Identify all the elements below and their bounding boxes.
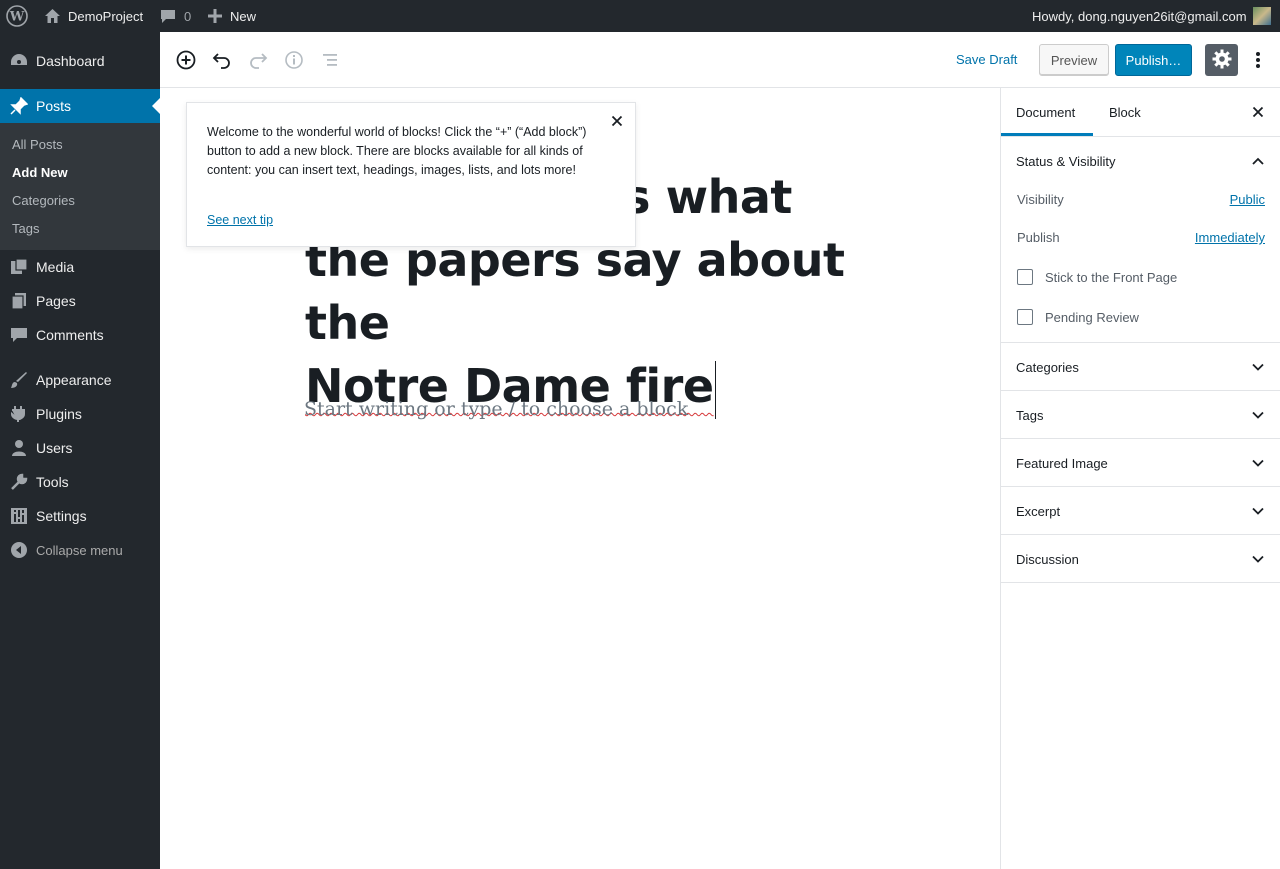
preview-button[interactable]: Preview [1039, 44, 1109, 76]
chevron-down-icon [1251, 408, 1265, 422]
avatar [1252, 7, 1271, 25]
panel-status-visibility: Status & Visibility Visibility Public Pu… [1001, 137, 1280, 343]
menu-settings[interactable]: Settings [0, 499, 160, 533]
settings-sidebar: Document Block Status & Visibility Visib… [1000, 88, 1280, 869]
gear-icon [1212, 49, 1232, 72]
new-label: New [230, 8, 257, 24]
panel-title-discussion: Discussion [1016, 552, 1079, 567]
plugins-icon [10, 405, 28, 423]
posts-submenu: All Posts Add New Categories Tags [0, 123, 160, 250]
home-icon [44, 8, 61, 24]
admin-bar: W DemoProject 0 New Howdy, dong.nguyen26… [0, 0, 1280, 32]
title-line-2: the papers say about the [305, 233, 845, 350]
submenu-categories[interactable]: Categories [12, 193, 75, 208]
panel-featured-image[interactable]: Featured Image [1001, 439, 1280, 487]
add-block-icon[interactable] [174, 48, 198, 72]
comments-icon [10, 326, 28, 344]
chevron-down-icon [1251, 360, 1265, 374]
appearance-icon [10, 371, 28, 389]
block-navigation-icon[interactable] [318, 48, 342, 72]
tab-document[interactable]: Document [1016, 105, 1075, 120]
chevron-down-icon [1251, 552, 1265, 566]
panel-categories[interactable]: Categories [1001, 343, 1280, 391]
panel-title-categories: Categories [1016, 360, 1079, 375]
submenu-add-new[interactable]: Add New [12, 165, 68, 180]
editor-header: Save Draft Preview Publish… [160, 32, 1280, 116]
site-name: DemoProject [68, 8, 144, 24]
panel-title-excerpt: Excerpt [1016, 504, 1061, 519]
settings-icon [10, 507, 28, 525]
chevron-down-icon [1251, 456, 1265, 470]
stick-to-front-checkbox[interactable] [1017, 269, 1033, 285]
chevron-down-icon [1251, 504, 1265, 518]
wordpress-logo-icon[interactable]: W [6, 0, 28, 32]
stick-to-front-label: Stick to the Front Page [1045, 270, 1178, 285]
sidebar-tabs: Document Block [1001, 88, 1280, 137]
panel-title-status[interactable]: Status & Visibility [1016, 154, 1115, 169]
menu-dashboard[interactable]: Dashboard [0, 44, 160, 78]
pages-icon [10, 292, 28, 310]
save-draft-button[interactable]: Save Draft [956, 52, 1017, 67]
visibility-value-link[interactable]: Public [1230, 192, 1265, 207]
tab-block[interactable]: Block [1109, 105, 1141, 120]
menu-pages[interactable]: Pages [0, 284, 160, 318]
pending-review-label: Pending Review [1045, 310, 1139, 325]
plus-icon [208, 9, 222, 23]
menu-media[interactable]: Media [0, 250, 160, 284]
chevron-up-icon[interactable] [1251, 154, 1265, 168]
svg-text:W: W [9, 10, 25, 25]
site-home-link[interactable]: DemoProject [44, 0, 143, 32]
greeting-text: Howdy, dong.nguyen26it@gmail.com [1032, 8, 1247, 24]
active-tab-indicator [1001, 133, 1093, 136]
panel-tags[interactable]: Tags [1001, 391, 1280, 439]
pending-review-checkbox[interactable] [1017, 309, 1033, 325]
menu-plugins[interactable]: Plugins [0, 397, 160, 431]
menu-appearance[interactable]: Appearance [0, 363, 160, 397]
info-icon[interactable] [282, 48, 306, 72]
tools-icon [10, 473, 28, 491]
undo-icon[interactable] [210, 48, 234, 72]
comments-count: 0 [184, 8, 192, 24]
publish-date-link[interactable]: Immediately [1195, 230, 1265, 245]
admin-menu: Dashboard Posts All Posts Add New Catego… [0, 32, 160, 869]
submenu-all-posts[interactable]: All Posts [12, 137, 63, 152]
collapse-arrow-icon [10, 541, 28, 559]
block-appender-placeholder[interactable]: Start writing or type / to choose a bloc… [304, 398, 688, 420]
close-icon[interactable] [609, 113, 625, 129]
panel-title-featured-image: Featured Image [1016, 456, 1108, 471]
visibility-label: Visibility [1017, 192, 1064, 207]
tip-popover: Welcome to the wonderful world of blocks… [186, 102, 636, 247]
users-icon [10, 439, 28, 457]
see-next-tip-link[interactable]: See next tip [207, 213, 273, 227]
comment-bubble-icon [160, 9, 176, 24]
menu-posts[interactable]: Posts [0, 89, 160, 123]
close-icon[interactable] [1251, 105, 1265, 119]
more-options-icon[interactable] [1250, 48, 1266, 72]
pin-icon [10, 96, 29, 115]
tip-text: Welcome to the wonderful world of blocks… [207, 125, 587, 177]
panel-excerpt[interactable]: Excerpt [1001, 487, 1280, 535]
text-caret [714, 360, 716, 419]
menu-users[interactable]: Users [0, 431, 160, 465]
redo-icon[interactable] [246, 48, 270, 72]
menu-comments[interactable]: Comments [0, 318, 160, 352]
dashboard-icon [10, 52, 28, 70]
panel-title-tags: Tags [1016, 408, 1044, 423]
media-icon [10, 258, 28, 276]
submenu-tags[interactable]: Tags [12, 221, 39, 236]
menu-tools[interactable]: Tools [0, 465, 160, 499]
publish-label: Publish [1017, 230, 1060, 245]
settings-toggle-button[interactable] [1205, 44, 1238, 76]
comments-link[interactable]: 0 [160, 0, 191, 32]
collapse-menu-button[interactable]: Collapse menu [0, 533, 160, 567]
publish-button[interactable]: Publish… [1115, 44, 1192, 76]
new-content-link[interactable]: New [208, 0, 256, 32]
panel-discussion[interactable]: Discussion [1001, 535, 1280, 583]
account-menu[interactable]: Howdy, dong.nguyen26it@gmail.com [1032, 0, 1271, 32]
